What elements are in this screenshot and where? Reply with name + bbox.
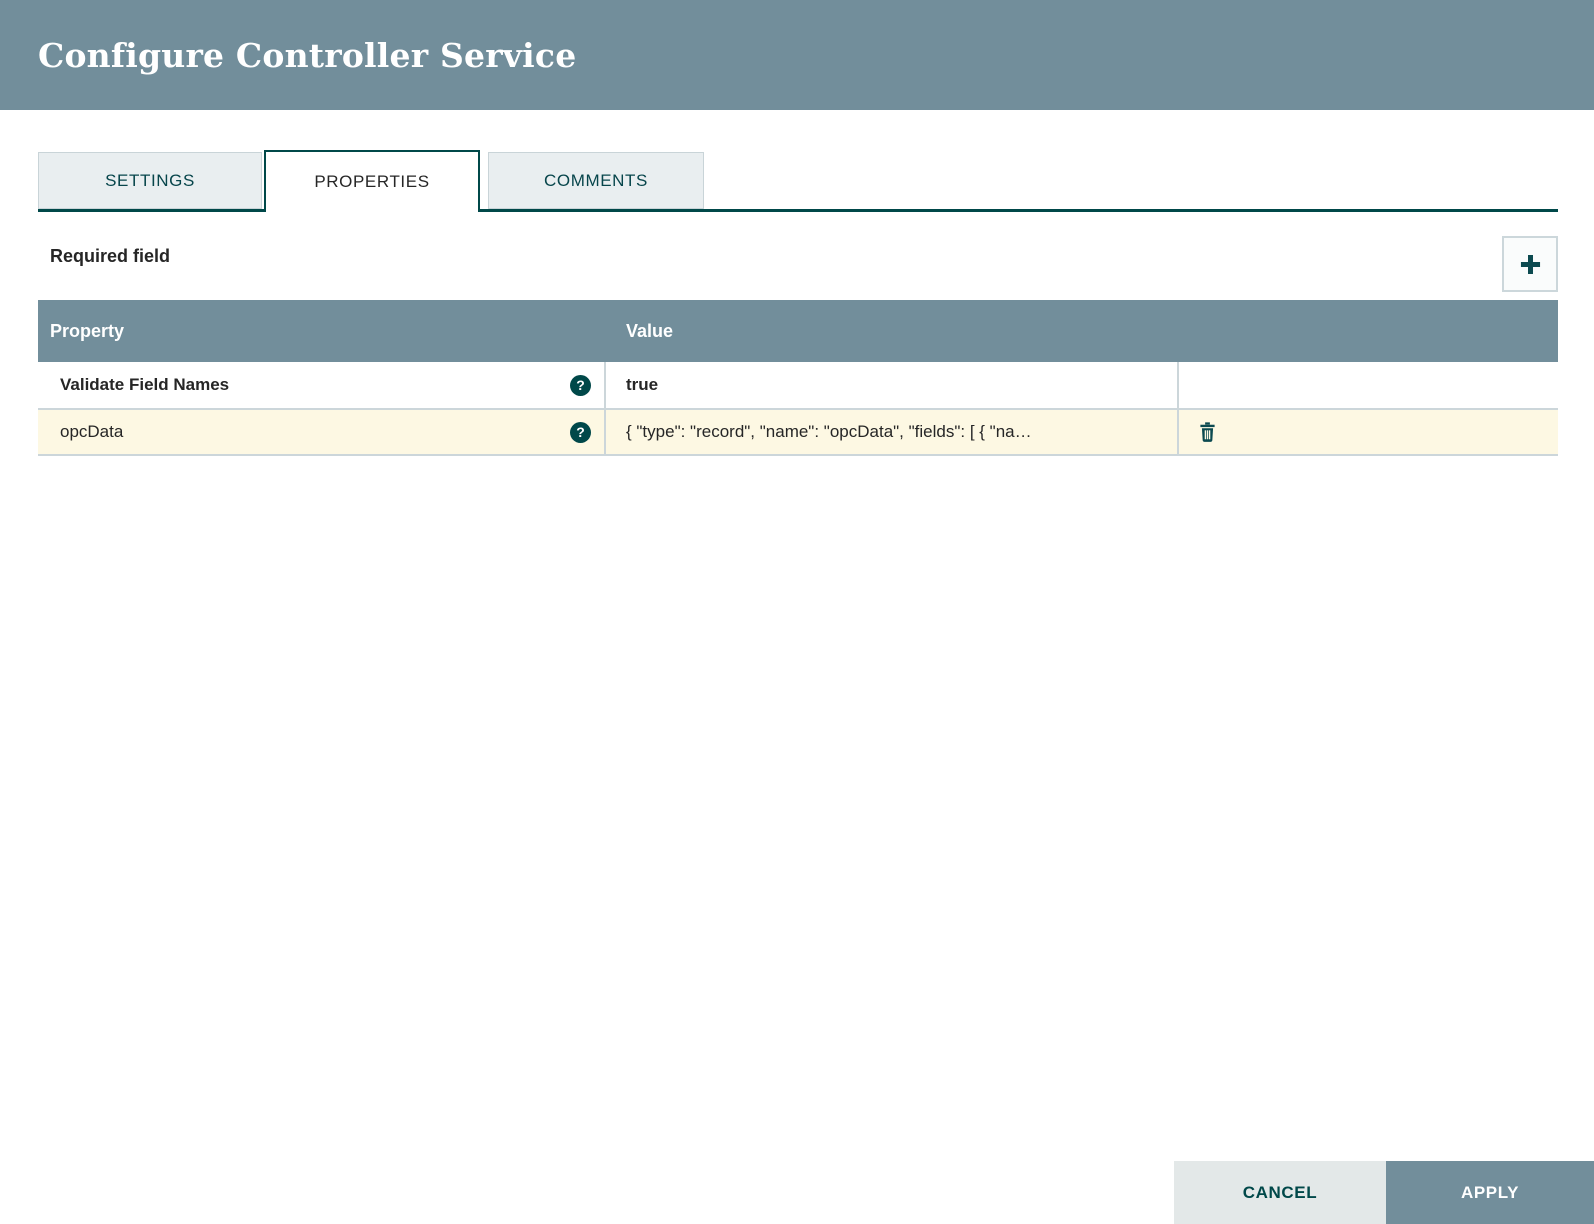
property-value-cell[interactable]: { "type": "record", "name": "opcData", "… xyxy=(606,410,1179,454)
question-circle-icon[interactable]: ? xyxy=(570,421,591,443)
row-actions xyxy=(1179,362,1558,408)
plus-icon xyxy=(1517,251,1544,278)
dialog-title: Configure Controller Service xyxy=(38,35,577,75)
table-header-row: Property Value xyxy=(38,300,1558,362)
apply-button[interactable]: APPLY xyxy=(1386,1161,1594,1224)
delete-property-button[interactable] xyxy=(1197,421,1218,443)
add-property-button[interactable] xyxy=(1502,236,1558,292)
tab-properties[interactable]: PROPERTIES xyxy=(264,150,480,212)
apply-button-label: APPLY xyxy=(1460,1182,1520,1202)
row-actions xyxy=(1179,410,1558,454)
tab-settings-label: SETTINGS xyxy=(105,170,195,190)
table-row: Validate Field Names ? true xyxy=(38,362,1558,410)
property-value: true xyxy=(626,375,659,394)
trash-icon xyxy=(1197,421,1218,443)
tab-comments[interactable]: COMMENTS xyxy=(488,152,704,209)
property-name: Validate Field Names xyxy=(60,375,230,394)
column-header-property: Property xyxy=(50,320,125,341)
property-value-cell[interactable]: true xyxy=(606,362,1179,408)
tab-comments-label: COMMENTS xyxy=(544,170,648,190)
property-value: { "type": "record", "name": "opcData", "… xyxy=(626,422,1032,441)
table-row: opcData ? { "type": "record", "name": "o… xyxy=(38,410,1558,456)
dialog-header: Configure Controller Service xyxy=(0,0,1594,110)
tab-settings[interactable]: SETTINGS xyxy=(38,152,262,209)
required-field-label: Required field xyxy=(50,246,171,266)
tab-bar: SETTINGS PROPERTIES COMMENTS xyxy=(38,150,1558,212)
tab-properties-label: PROPERTIES xyxy=(314,172,430,191)
cancel-button[interactable]: CANCEL xyxy=(1174,1161,1386,1224)
column-header-value: Value xyxy=(626,320,674,341)
configure-controller-service-dialog: Configure Controller Service SETTINGS PR… xyxy=(0,0,1594,1224)
property-name: opcData xyxy=(60,422,124,441)
properties-table: Property Value Validate Field Names ? tr… xyxy=(38,300,1558,456)
question-circle-icon[interactable]: ? xyxy=(570,374,591,396)
cancel-button-label: CANCEL xyxy=(1242,1182,1318,1202)
